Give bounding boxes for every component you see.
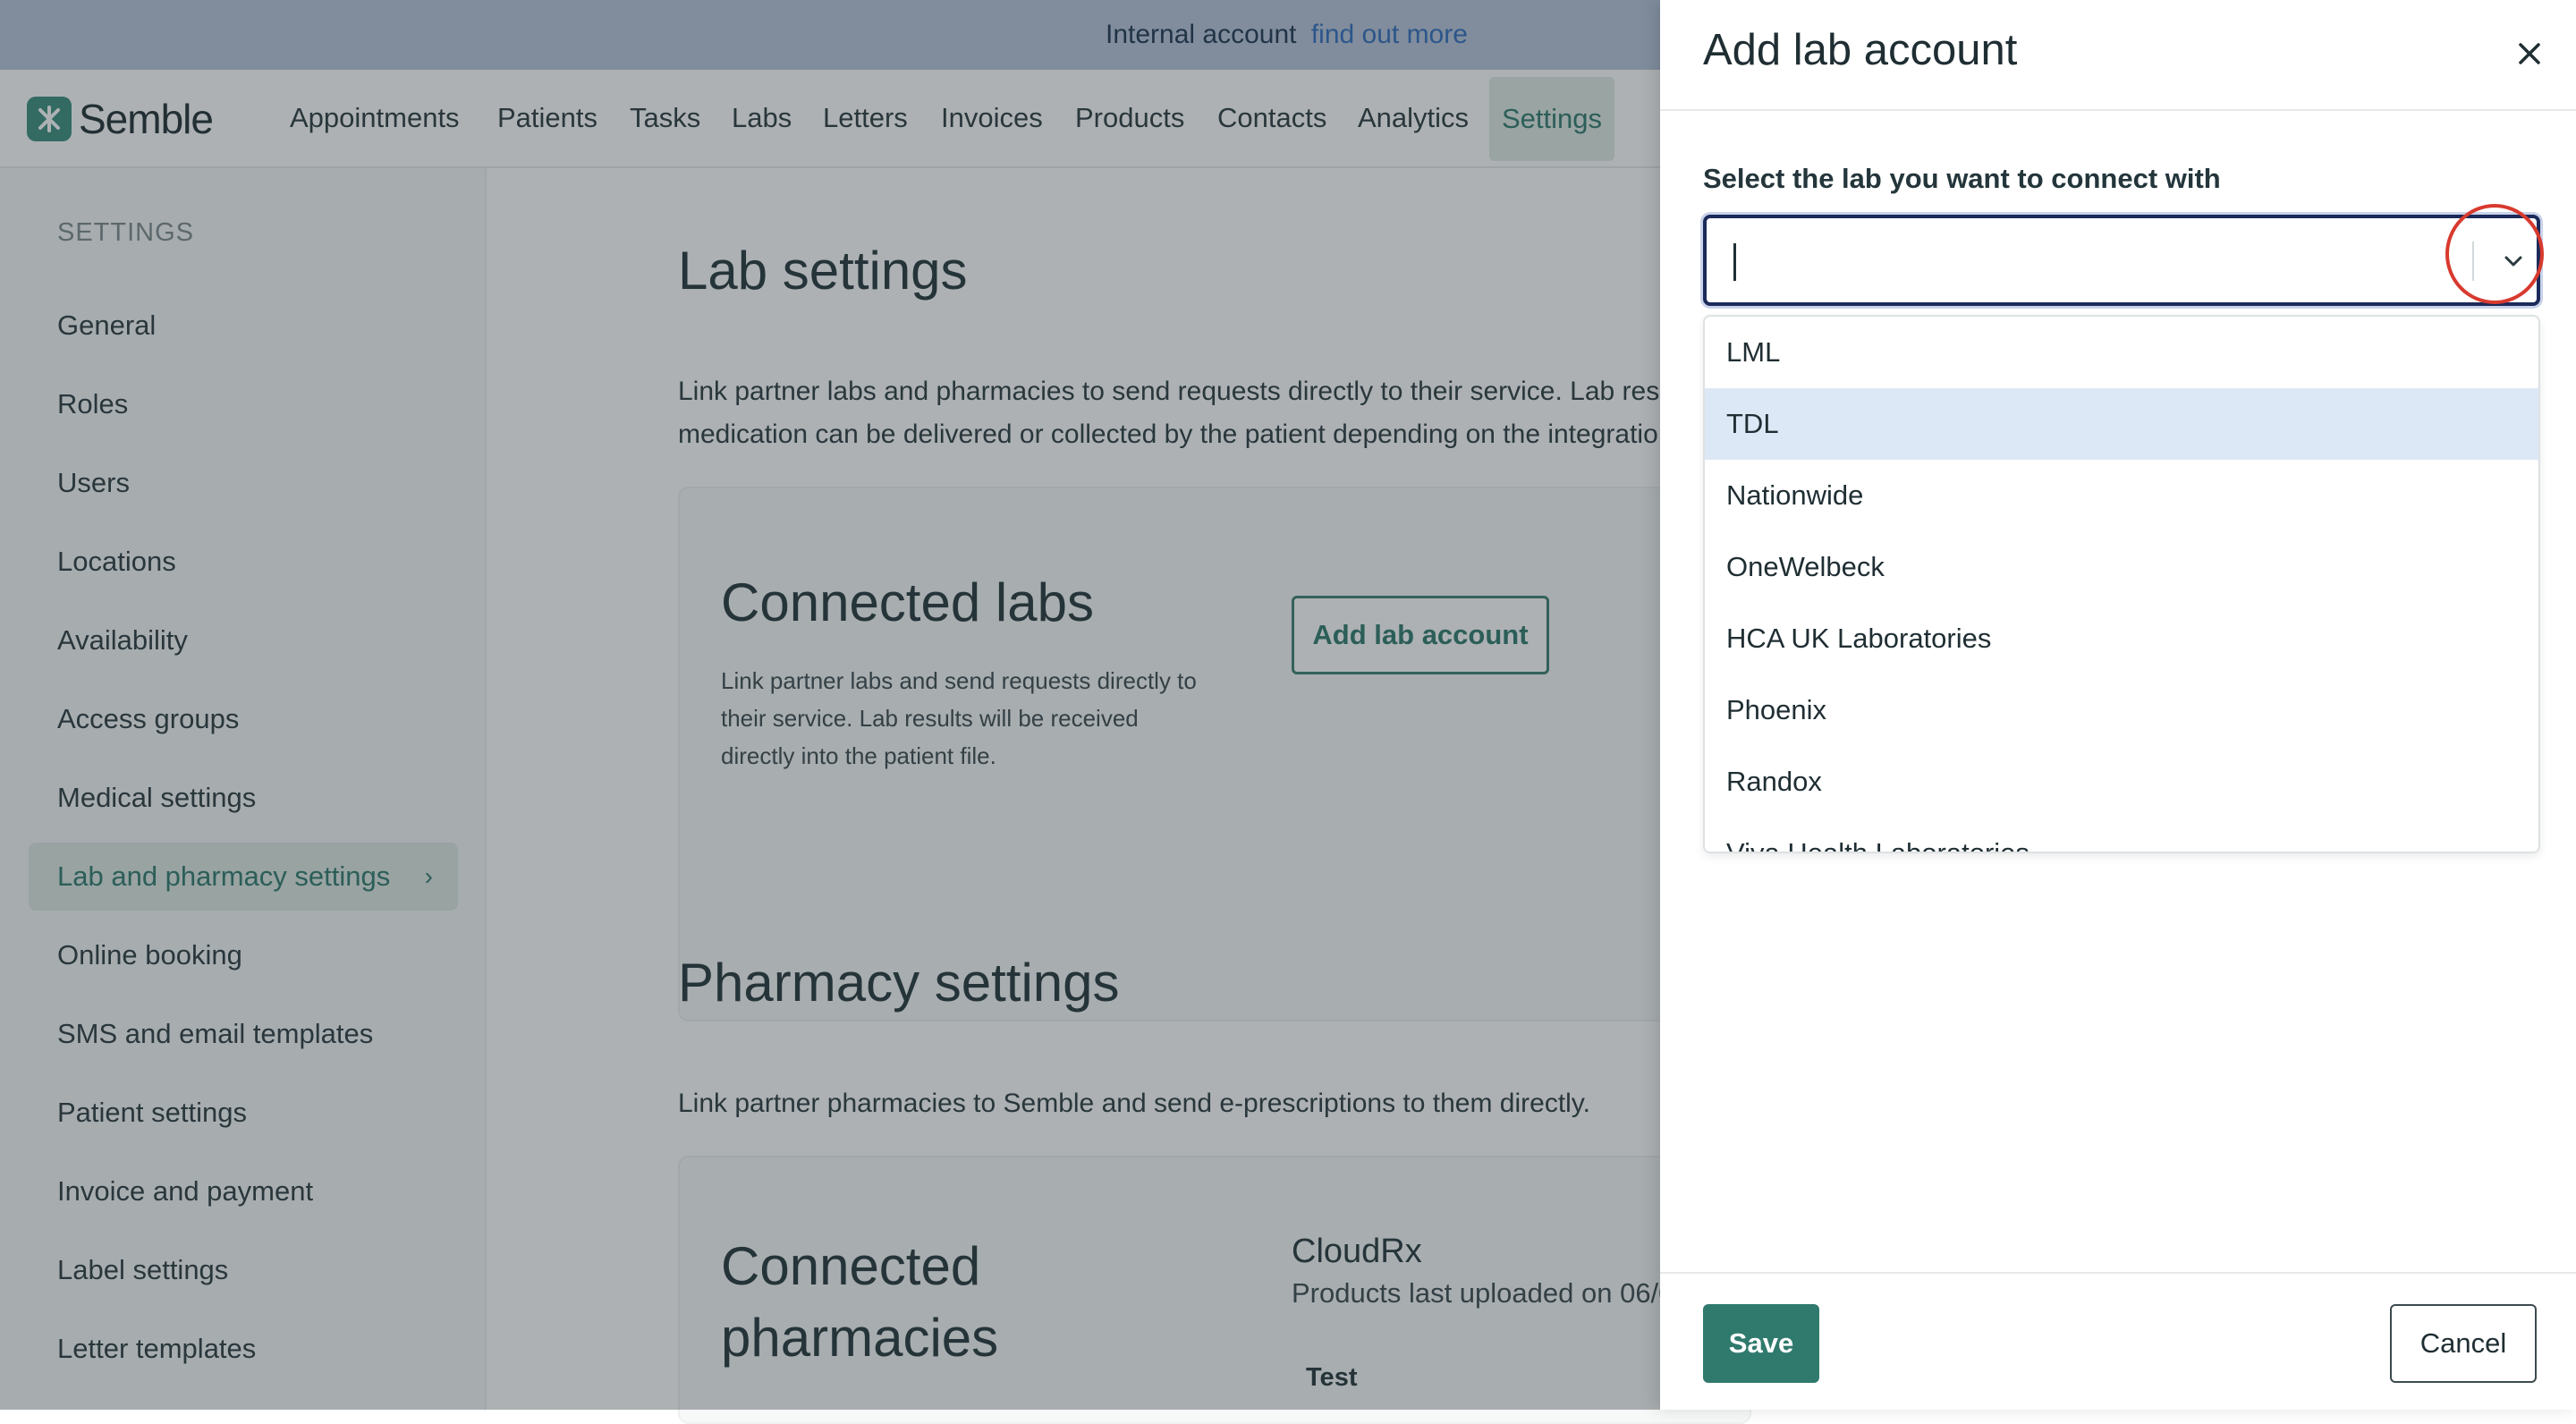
lab-select-input[interactable] bbox=[1703, 215, 2540, 306]
lab-option-hca-uk-laboratories[interactable]: HCA UK Laboratories bbox=[1705, 603, 2538, 674]
lab-option-tdl[interactable]: TDL bbox=[1705, 388, 2538, 460]
add-lab-account-drawer: Add lab account Select the lab you want … bbox=[1660, 0, 2576, 1410]
lab-option-onewelbeck[interactable]: OneWelbeck bbox=[1705, 531, 2538, 603]
save-button[interactable]: Save bbox=[1703, 1304, 1819, 1383]
text-cursor bbox=[1733, 243, 1736, 281]
cancel-button[interactable]: Cancel bbox=[2390, 1304, 2537, 1383]
lab-option-randox[interactable]: Randox bbox=[1705, 746, 2538, 818]
highlight-annotation-circle bbox=[2445, 204, 2544, 304]
app-root: Internal account find out more Semble Ap… bbox=[0, 0, 2576, 1424]
drawer-header: Add lab account bbox=[1660, 0, 2576, 111]
close-icon bbox=[2519, 43, 2540, 64]
lab-option-phoenix[interactable]: Phoenix bbox=[1705, 674, 2538, 746]
lab-options-listbox: LML TDL Nationwide OneWelbeck HCA UK Lab… bbox=[1703, 315, 2540, 853]
lab-select-label: Select the lab you want to connect with bbox=[1703, 163, 2221, 194]
close-drawer-button[interactable] bbox=[2508, 32, 2551, 75]
drawer-title: Add lab account bbox=[1703, 26, 2018, 74]
lab-option-nationwide[interactable]: Nationwide bbox=[1705, 460, 2538, 531]
lab-option-lml[interactable]: LML bbox=[1705, 317, 2538, 388]
drawer-footer: Save Cancel bbox=[1660, 1272, 2576, 1410]
lab-option-viva-health-laboratories[interactable]: Viva Health Laboratories bbox=[1705, 818, 2538, 852]
modal-backdrop[interactable] bbox=[0, 0, 1660, 1410]
